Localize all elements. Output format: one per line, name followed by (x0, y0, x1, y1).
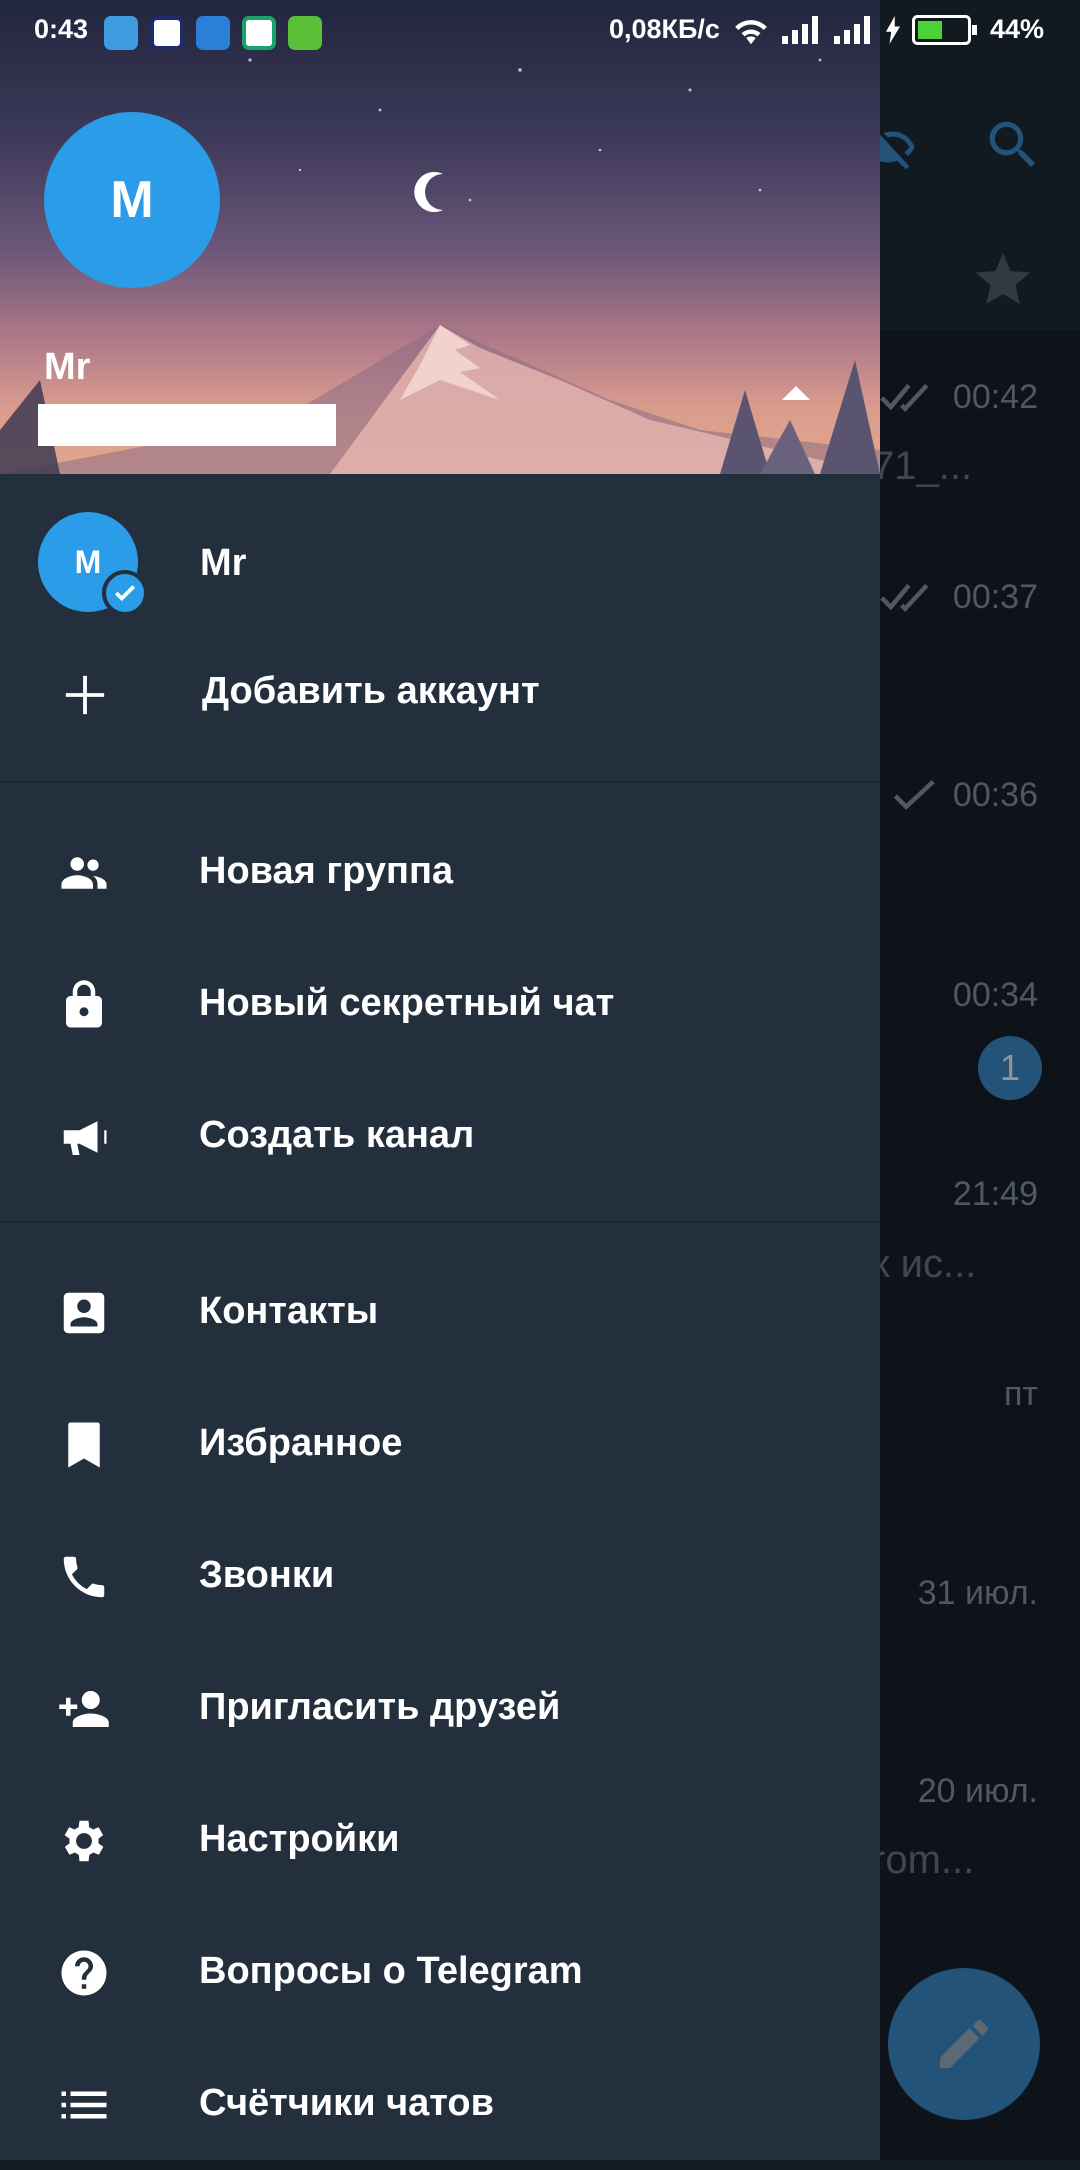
menu-label: Вопросы о Telegram (199, 1950, 583, 1992)
battery-icon (911, 14, 977, 45)
menu-item-telegram-faq[interactable]: Вопросы о Telegram (0, 1906, 880, 2038)
plus-icon (65, 675, 105, 715)
navigation-drawer: M Mr M Mr Добавить аккаунт Новая группа … (0, 0, 880, 2160)
android-icon (288, 16, 322, 50)
divider (0, 1221, 880, 1223)
menu-item-new-group[interactable]: Новая группа (0, 806, 880, 938)
menu-label: Контакты (199, 1290, 379, 1332)
wifi-icon (735, 19, 767, 44)
menu-item-secret-chat[interactable]: Новый секретный чат (0, 938, 880, 1070)
menu-item-calls[interactable]: Звонки (0, 1510, 880, 1642)
menu-label: Звонки (199, 1554, 335, 1596)
divider (0, 781, 880, 783)
signal-icon (833, 15, 870, 44)
help-icon (54, 1946, 114, 2000)
network-speed: 0,08КБ/с (609, 14, 720, 44)
account-name: Mr (200, 542, 247, 584)
active-account-check-icon (102, 570, 148, 616)
drawer-header: M Mr (0, 0, 880, 474)
app-notification-icon (150, 16, 184, 50)
contact-icon (54, 1286, 114, 1340)
menu-item-contacts[interactable]: Контакты (0, 1246, 880, 1378)
menu-label: Новый секретный чат (199, 982, 615, 1024)
profile-name: Mr (44, 346, 91, 388)
megaphone-icon (54, 1110, 114, 1164)
menu-item-new-channel[interactable]: Создать канал (0, 1070, 880, 1202)
charging-icon (885, 15, 900, 44)
menu-label: Настройки (199, 1818, 400, 1860)
app-notification-icon (242, 16, 276, 50)
account-item[interactable]: M Mr (0, 506, 880, 618)
list-icon (54, 2078, 114, 2132)
battery-percent: 44% (989, 14, 1044, 44)
menu-item-settings[interactable]: Настройки (0, 1774, 880, 1906)
add-account-label: Добавить аккаунт (202, 670, 540, 712)
status-time: 0:43 (34, 14, 89, 44)
signal-icon (781, 15, 818, 44)
app-notification-icon (196, 16, 230, 50)
menu-item-saved[interactable]: Избранное (0, 1378, 880, 1510)
lock-icon (54, 978, 114, 1032)
menu-label: Создать канал (199, 1114, 475, 1156)
notification-icons (104, 16, 322, 50)
phone-icon (54, 1550, 114, 1604)
status-bar: 0:43 0,08КБ/с 44% (0, 0, 1080, 66)
menu-label: Счётчики чатов (199, 2082, 494, 2124)
menu-label: Пригласить друзей (199, 1686, 561, 1728)
expand-accounts-arrow-icon[interactable] (782, 386, 810, 400)
profile-phone-redacted (38, 404, 336, 446)
bookmark-icon (54, 1418, 114, 1472)
menu-item-chat-counters[interactable]: Счётчики чатов (0, 2038, 880, 2170)
usb-icon (104, 16, 138, 50)
group-icon (54, 846, 114, 900)
menu-label: Избранное (199, 1422, 403, 1464)
add-person-icon (54, 1682, 114, 1736)
add-account-button[interactable]: Добавить аккаунт (0, 640, 880, 750)
menu-item-invite-friends[interactable]: Пригласить друзей (0, 1642, 880, 1774)
profile-avatar[interactable]: M (44, 112, 220, 288)
menu-label: Новая группа (199, 850, 454, 892)
gear-icon (54, 1814, 114, 1868)
